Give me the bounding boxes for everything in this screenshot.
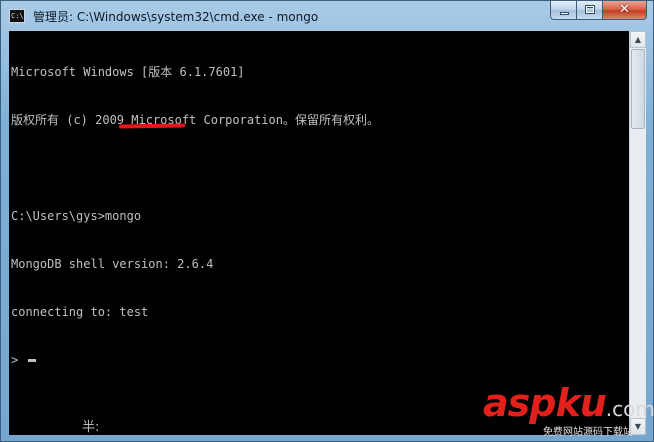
console-line: MongoDB shell version: 2.6.4	[11, 257, 214, 271]
scrollbar-thumb[interactable]	[631, 49, 645, 129]
prompt-symbol: >	[11, 353, 19, 367]
watermark-slogan: 免费网站源码下载站!	[543, 427, 638, 438]
console-line: connecting to: test	[11, 305, 149, 319]
cmd-window: C:\ 管理员: C:\Windows\system32\cmd.exe - m…	[0, 0, 654, 442]
text-cursor	[28, 359, 37, 362]
scroll-up-icon[interactable]: ▲	[630, 31, 646, 48]
minimize-icon	[560, 12, 569, 15]
maximize-icon	[585, 5, 595, 14]
watermark-brand: aspku.com	[483, 383, 654, 423]
console-line: 版权所有 (c) 2009 Microsoft Corporation。保留所有…	[11, 113, 379, 127]
close-button[interactable]: ✕	[603, 1, 647, 20]
console-output: Microsoft Windows [版本 6.1.7601] 版权所有 (c)…	[11, 32, 379, 400]
console-line: Microsoft Windows [版本 6.1.7601]	[11, 65, 245, 79]
watermark-brand-name: aspku	[483, 381, 607, 425]
console-area[interactable]: Microsoft Windows [版本 6.1.7601] 版权所有 (c)…	[9, 31, 629, 435]
watermark-logo: aspku.com 免费网站源码下载站!	[481, 383, 654, 441]
watermark-tld: .com	[605, 397, 654, 421]
window-controls: ✕	[550, 1, 647, 21]
window-title: 管理员: C:\Windows\system32\cmd.exe - mongo	[33, 10, 319, 24]
minimize-button[interactable]	[550, 1, 577, 20]
close-icon: ✕	[619, 2, 630, 17]
ime-status-text: 半:	[82, 420, 100, 435]
vertical-scrollbar[interactable]: ▲ ▼	[629, 31, 646, 435]
console-line: C:\Users\gys>mongo	[11, 209, 142, 223]
title-bar[interactable]: C:\ 管理员: C:\Windows\system32\cmd.exe - m…	[1, 1, 653, 31]
cmd-icon[interactable]: C:\	[9, 9, 25, 23]
maximize-button[interactable]	[577, 1, 603, 20]
prompt-line: >	[11, 352, 379, 368]
